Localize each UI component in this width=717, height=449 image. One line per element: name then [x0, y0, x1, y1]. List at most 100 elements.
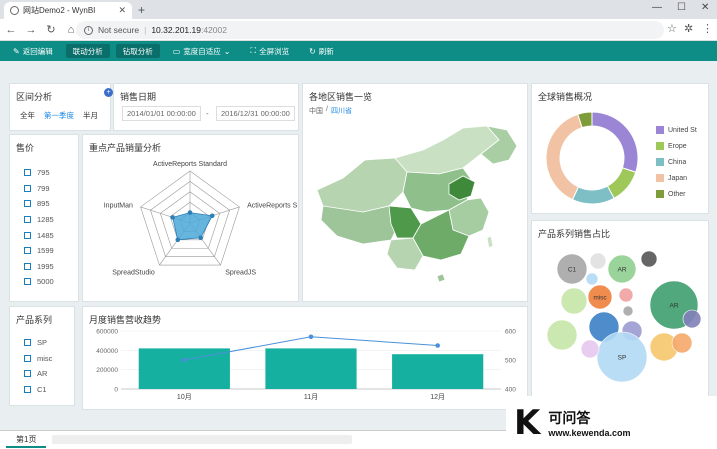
series-item[interactable]: misc	[24, 351, 52, 367]
series-label: C1	[37, 385, 47, 395]
favicon-icon	[10, 6, 19, 15]
legend-item[interactable]: Other	[656, 186, 697, 202]
minimize-icon[interactable]: —	[652, 2, 662, 13]
back-icon[interactable]: ←	[2, 24, 20, 36]
price-item[interactable]: 1599	[24, 243, 54, 259]
y-tick-left: 200000	[96, 367, 118, 374]
price-item[interactable]: 799	[24, 181, 54, 197]
trend-point	[308, 334, 314, 340]
fit-width-icon: ▭	[172, 46, 181, 56]
checkbox[interactable]	[24, 278, 31, 286]
y-tick-right: 400	[505, 387, 516, 394]
price-item[interactable]: 1995	[24, 259, 54, 275]
interval-option-year[interactable]: 全年	[20, 110, 35, 121]
maximize-icon[interactable]: ☐	[677, 2, 686, 13]
china-map[interactable]	[303, 120, 527, 300]
fullscreen-button[interactable]: ⛶ 全屏浏览	[243, 44, 296, 58]
bookmark-star-icon[interactable]: ☆	[667, 22, 677, 35]
crumb-root[interactable]: 中国	[309, 106, 323, 116]
series-item[interactable]: AR	[24, 366, 52, 382]
legend-swatch	[656, 126, 664, 134]
horizontal-scrollbar[interactable]	[52, 435, 352, 444]
legend-label: China	[668, 158, 687, 166]
fit-width-button[interactable]: ▭ 宽度自适应 ⌄	[166, 44, 238, 58]
extension-icon[interactable]: ✲	[684, 22, 693, 35]
app-toolbar: ✎ 返回编辑 联动分析 钻取分析 ▭ 宽度自适应 ⌄ ⛶ 全屏浏览 ↻ 刷新	[0, 41, 717, 61]
end-date-input[interactable]: 2016/12/31 00:00:00	[216, 106, 295, 121]
price-item[interactable]: 5000	[24, 274, 54, 290]
menu-dots-icon[interactable]: ⋮	[702, 22, 713, 35]
linked-analysis-button[interactable]: 联动分析	[65, 44, 110, 58]
price-item[interactable]: 1485	[24, 227, 54, 243]
browser-tab[interactable]: 网站Demo2 - WynBI ✕	[4, 2, 132, 19]
checkbox[interactable]	[24, 216, 31, 224]
checkbox[interactable]	[24, 247, 31, 255]
series-item[interactable]: SP	[24, 335, 52, 351]
close-icon[interactable]: ✕	[118, 5, 126, 16]
chevron-down-icon: ⌄	[223, 46, 231, 56]
legend-item[interactable]: China	[656, 154, 697, 170]
radar-chart: ActiveReports Standard ActiveReports S Spr…	[104, 161, 298, 277]
crumb-current[interactable]: 四川省	[331, 106, 352, 116]
bubble-label: C1	[568, 267, 577, 274]
series-label: AR	[37, 369, 48, 379]
interval-option-halfmonth[interactable]: 半月	[83, 110, 98, 121]
map-region-west	[316, 157, 408, 213]
checkbox[interactable]	[24, 386, 31, 394]
price-label: 1599	[37, 246, 54, 256]
radar-point	[209, 213, 215, 219]
address-bar: ← → ↻ ⌂ i Not secure | 10.32.201.19:4200…	[0, 19, 717, 41]
bubble	[671, 332, 693, 354]
page-tab-1[interactable]: 第1页	[6, 432, 47, 448]
bubble	[589, 252, 607, 270]
url-separator: |	[144, 25, 147, 35]
legend-item[interactable]: United St	[656, 122, 697, 138]
bubble-label: AR	[617, 267, 626, 274]
reload-icon[interactable]: ↻	[42, 23, 60, 36]
checkbox[interactable]	[24, 354, 31, 362]
checkbox[interactable]	[24, 231, 31, 239]
refresh-button[interactable]: ↻ 刷新	[302, 44, 341, 58]
new-tab-icon[interactable]: +	[138, 3, 145, 17]
forward-icon[interactable]: →	[22, 24, 40, 36]
legend-item[interactable]: Japan	[656, 170, 697, 186]
checkbox[interactable]	[24, 370, 31, 378]
legend-label: Erope	[668, 142, 687, 150]
interval-option-q1[interactable]: 第一季度	[44, 110, 74, 121]
series-item[interactable]: C1	[24, 382, 52, 398]
price-item[interactable]: 1285	[24, 212, 54, 228]
price-label: 5000	[37, 277, 54, 287]
price-item[interactable]: 895	[24, 196, 54, 212]
legend-label: United St	[668, 126, 697, 134]
drill-analysis-button[interactable]: 钻取分析	[115, 44, 160, 58]
price-label: 895	[37, 199, 50, 209]
fit-width-label: 宽度自适应	[183, 46, 221, 56]
checkbox[interactable]	[24, 184, 31, 192]
plus-icon[interactable]: +	[104, 88, 113, 97]
window-close-icon[interactable]: ✕	[701, 2, 709, 13]
price-item[interactable]: 795	[24, 165, 54, 181]
checkbox[interactable]	[24, 169, 31, 177]
checkbox[interactable]	[24, 339, 31, 347]
legend-item[interactable]: Erope	[656, 138, 697, 154]
checkbox[interactable]	[24, 200, 31, 208]
y-tick-right: 500	[505, 358, 516, 365]
radar-point	[187, 210, 193, 215]
watermark-line1: 可问答	[548, 409, 591, 426]
back-to-edit-button[interactable]: ✎ 返回编辑	[6, 44, 60, 58]
price-label: 1285	[37, 215, 54, 225]
legend-swatch	[656, 190, 664, 198]
radar-axis-label: ActiveReports Standard	[153, 161, 227, 168]
crumb-separator: /	[326, 106, 328, 113]
start-date-input[interactable]: 2014/01/01 00:00:00	[122, 106, 201, 121]
info-icon[interactable]: i	[84, 25, 93, 35]
watermark-line2: www.kewenda.com	[548, 427, 631, 438]
price-list: 795 799 895 1285 1485 1599 1995 5000	[24, 165, 54, 290]
pencil-icon: ✎	[13, 46, 20, 56]
url-port: :42002	[200, 25, 227, 35]
legend-swatch	[656, 158, 664, 166]
radar-series-area	[172, 212, 213, 241]
checkbox[interactable]	[24, 262, 31, 270]
url-field[interactable]: i Not secure | 10.32.201.19:42002	[76, 21, 664, 39]
fullscreen-icon: ⛶	[250, 46, 257, 55]
